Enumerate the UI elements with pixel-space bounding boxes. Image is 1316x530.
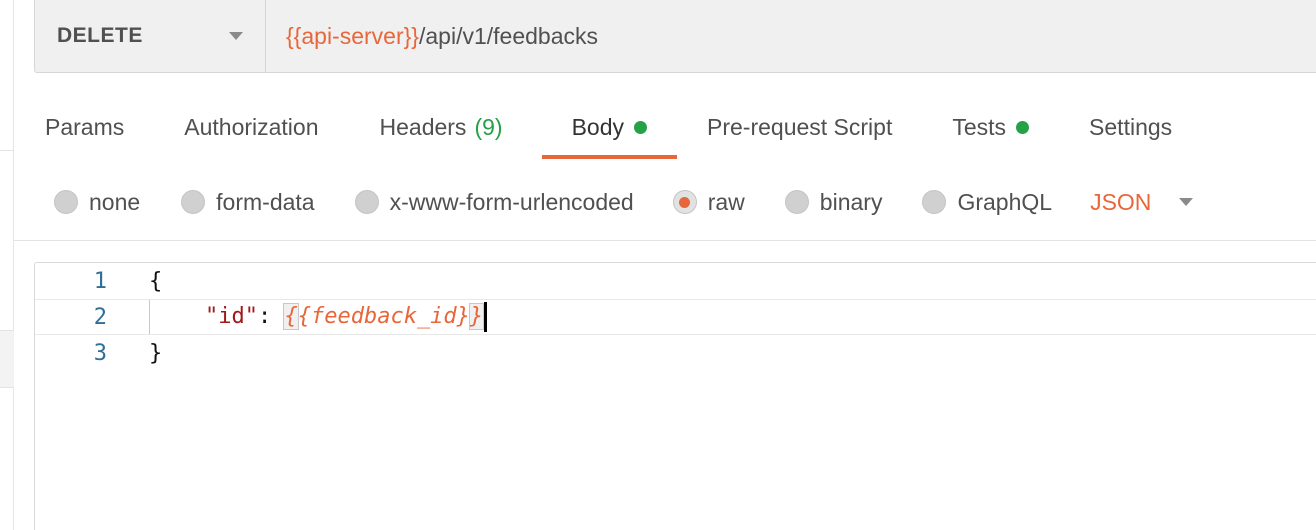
tab-tests[interactable]: Tests [952, 95, 1030, 159]
code-line-active: 2 "id": {{feedback_id}} [35, 299, 1316, 335]
radio-icon[interactable] [354, 190, 379, 214]
active-indicator-dot-icon [1016, 120, 1030, 134]
text-cursor [484, 302, 488, 332]
radio-icon[interactable] [922, 190, 947, 214]
radio-raw[interactable]: raw [672, 188, 745, 216]
tab-label: Pre-request Script [707, 113, 893, 140]
request-bar: DELETE {{api-server}}/api/v1/feedbacks [34, 0, 1316, 73]
radio-label: raw [707, 188, 745, 215]
radio-label: none [89, 188, 141, 215]
code-text: "id": {{feedback_id}} [205, 302, 488, 332]
body-editor[interactable]: 1 { 2 "id": {{feedback_id}} 3 } [34, 262, 1316, 530]
method-label: DELETE [57, 24, 143, 47]
code-line: 1 { [35, 263, 1316, 299]
request-tabs: Params Authorization Headers (9) Body Pr… [14, 95, 1316, 161]
radio-form-data[interactable]: form-data [181, 188, 315, 216]
url-input[interactable]: {{api-server}}/api/v1/feedbacks [266, 0, 1316, 72]
radio-graphql[interactable]: GraphQL [922, 189, 1052, 216]
tab-authorization[interactable]: Authorization [184, 95, 318, 159]
radio-x-www-form-urlencoded[interactable]: x-www-form-urlencoded [354, 188, 634, 216]
format-select[interactable]: JSON [1090, 188, 1194, 216]
line-number: 2 [93, 304, 107, 330]
tab-label: Params [45, 113, 125, 140]
chevron-down-icon [229, 32, 243, 40]
url-path: /api/v1/feedbacks [418, 22, 598, 49]
sidebar-edge [0, 0, 14, 530]
code-text: } [149, 340, 163, 366]
headers-count: (9) [474, 113, 503, 140]
sidebar-divider [0, 150, 14, 151]
tab-headers[interactable]: Headers (9) [380, 95, 503, 159]
json-template-value: {feedback_id} [297, 304, 470, 329]
chevron-down-icon [1179, 198, 1194, 206]
section-divider [14, 240, 1316, 241]
radio-icon[interactable] [784, 190, 809, 214]
tab-label: Tests [952, 113, 1007, 140]
active-indicator-dot-icon [634, 120, 647, 134]
tab-params[interactable]: Params [45, 95, 124, 159]
line-number: 3 [93, 340, 107, 366]
line-number: 1 [93, 268, 107, 294]
sidebar-selected-item[interactable] [0, 330, 14, 388]
radio-binary[interactable]: binary [784, 188, 883, 216]
url-variable: {{api-server}} [286, 22, 419, 49]
format-label: JSON [1090, 188, 1152, 215]
radio-label: binary [819, 188, 883, 215]
code-line: 3 } [35, 335, 1316, 371]
radio-icon[interactable] [181, 190, 206, 214]
tab-label: Body [571, 113, 624, 140]
json-key: "id" [205, 304, 258, 329]
radio-label: form-data [216, 188, 315, 215]
radio-selected-icon[interactable] [672, 190, 697, 214]
method-select[interactable]: DELETE [35, 0, 266, 72]
tab-pre-request-script[interactable]: Pre-request Script [707, 95, 892, 159]
radio-label: x-www-form-urlencoded [389, 188, 634, 215]
tab-label: Settings [1089, 113, 1173, 140]
tab-body[interactable]: Body [541, 95, 678, 159]
radio-icon[interactable] [54, 190, 78, 214]
matched-brace: } [468, 303, 485, 330]
json-separator: : [257, 304, 285, 329]
code-text: { [149, 268, 163, 294]
radio-none[interactable]: none [54, 189, 140, 216]
radio-label: GraphQL [957, 188, 1053, 215]
tab-settings[interactable]: Settings [1089, 95, 1172, 159]
indent-guide [149, 300, 150, 334]
tab-label: Authorization [184, 113, 319, 140]
body-type-options: none form-data x-www-form-urlencoded raw… [14, 178, 1316, 226]
matched-brace: { [283, 303, 299, 330]
tab-label: Headers [379, 113, 467, 140]
